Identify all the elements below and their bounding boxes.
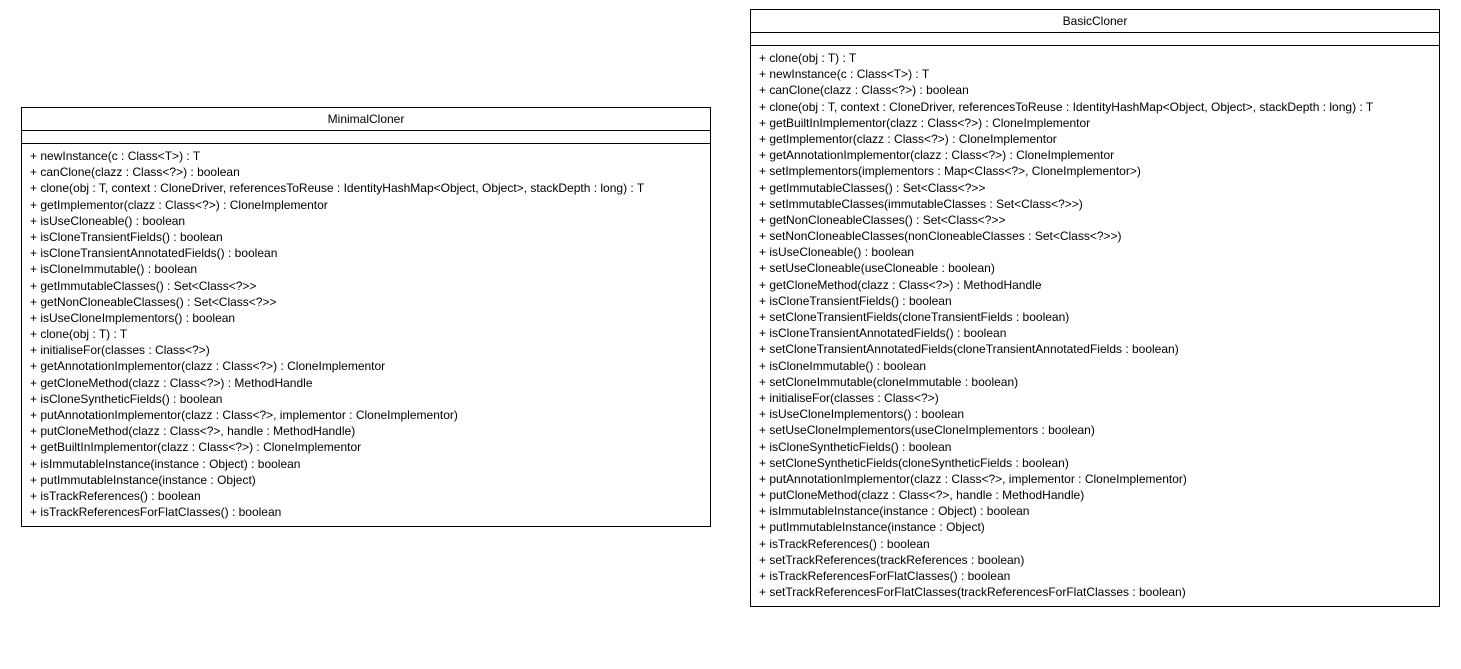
- method-signature: + setCloneTransientFields(cloneTransient…: [759, 309, 1431, 325]
- method-signature: + getCloneMethod(clazz : Class<?>) : Met…: [30, 375, 702, 391]
- method-signature: + setTrackReferences(trackReferences : b…: [759, 552, 1431, 568]
- method-signature: + initialiseFor(classes : Class<?>): [759, 390, 1431, 406]
- method-signature: + setUseCloneImplementors(useCloneImplem…: [759, 422, 1431, 438]
- method-signature: + getImplementor(clazz : Class<?>) : Clo…: [759, 131, 1431, 147]
- method-signature: + isUseCloneImplementors() : boolean: [30, 310, 702, 326]
- method-signature: + setTrackReferencesForFlatClasses(track…: [759, 584, 1431, 600]
- method-signature: + canClone(clazz : Class<?>) : boolean: [759, 82, 1431, 98]
- method-signature: + setCloneTransientAnnotatedFields(clone…: [759, 341, 1431, 357]
- method-signature: + isImmutableInstance(instance : Object)…: [30, 456, 702, 472]
- method-signature: + putAnnotationImplementor(clazz : Class…: [30, 407, 702, 423]
- method-signature: + getImplementor(clazz : Class<?>) : Clo…: [30, 197, 702, 213]
- method-signature: + setCloneImmutable(cloneImmutable : boo…: [759, 374, 1431, 390]
- method-signature: + putCloneMethod(clazz : Class<?>, handl…: [759, 487, 1431, 503]
- method-signature: + getNonCloneableClasses() : Set<Class<?…: [759, 212, 1431, 228]
- method-signature: + canClone(clazz : Class<?>) : boolean: [30, 164, 702, 180]
- method-signature: + getAnnotationImplementor(clazz : Class…: [759, 147, 1431, 163]
- method-signature: + setImplementors(implementors : Map<Cla…: [759, 163, 1431, 179]
- class-name: MinimalCloner: [22, 108, 710, 131]
- method-signature: + isCloneSyntheticFields() : boolean: [30, 391, 702, 407]
- method-signature: + getBuiltInImplementor(clazz : Class<?>…: [759, 115, 1431, 131]
- method-signature: + getAnnotationImplementor(clazz : Class…: [30, 358, 702, 374]
- method-signature: + clone(obj : T, context : CloneDriver, …: [759, 99, 1431, 115]
- method-signature: + setCloneSyntheticFields(cloneSynthetic…: [759, 455, 1431, 471]
- method-signature: + clone(obj : T, context : CloneDriver, …: [30, 180, 702, 196]
- methods-compartment: + newInstance(c : Class<T>) : T+ canClon…: [22, 144, 710, 526]
- method-signature: + isUseCloneable() : boolean: [759, 244, 1431, 260]
- method-signature: + isCloneSyntheticFields() : boolean: [759, 439, 1431, 455]
- method-signature: + getImmutableClasses() : Set<Class<?>>: [759, 180, 1431, 196]
- method-signature: + putAnnotationImplementor(clazz : Class…: [759, 471, 1431, 487]
- method-signature: + getBuiltInImplementor(clazz : Class<?>…: [30, 439, 702, 455]
- attributes-compartment: [22, 131, 710, 144]
- method-signature: + clone(obj : T) : T: [759, 50, 1431, 66]
- class-name: BasicCloner: [751, 10, 1439, 33]
- method-signature: + clone(obj : T) : T: [30, 326, 702, 342]
- method-signature: + setUseCloneable(useCloneable : boolean…: [759, 260, 1431, 276]
- method-signature: + isImmutableInstance(instance : Object)…: [759, 503, 1431, 519]
- method-signature: + getImmutableClasses() : Set<Class<?>>: [30, 278, 702, 294]
- method-signature: + newInstance(c : Class<T>) : T: [759, 66, 1431, 82]
- method-signature: + isTrackReferences() : boolean: [30, 488, 702, 504]
- method-signature: + putImmutableInstance(instance : Object…: [759, 519, 1431, 535]
- method-signature: + isCloneTransientFields() : boolean: [759, 293, 1431, 309]
- uml-class-basic: BasicCloner + clone(obj : T) : T+ newInst…: [750, 9, 1440, 607]
- method-signature: + initialiseFor(classes : Class<?>): [30, 342, 702, 358]
- method-signature: + putImmutableInstance(instance : Object…: [30, 472, 702, 488]
- method-signature: + getCloneMethod(clazz : Class<?>) : Met…: [759, 277, 1431, 293]
- method-signature: + isUseCloneImplementors() : boolean: [759, 406, 1431, 422]
- method-signature: + putCloneMethod(clazz : Class<?>, handl…: [30, 423, 702, 439]
- method-signature: + getNonCloneableClasses() : Set<Class<?…: [30, 294, 702, 310]
- method-signature: + isCloneTransientAnnotatedFields() : bo…: [759, 325, 1431, 341]
- method-signature: + isTrackReferences() : boolean: [759, 536, 1431, 552]
- method-signature: + isTrackReferencesForFlatClasses() : bo…: [759, 568, 1431, 584]
- method-signature: + isCloneTransientFields() : boolean: [30, 229, 702, 245]
- method-signature: + isCloneImmutable() : boolean: [759, 358, 1431, 374]
- attributes-compartment: [751, 33, 1439, 46]
- method-signature: + setImmutableClasses(immutableClasses :…: [759, 196, 1431, 212]
- method-signature: + isUseCloneable() : boolean: [30, 213, 702, 229]
- methods-compartment: + clone(obj : T) : T+ newInstance(c : Cl…: [751, 46, 1439, 606]
- method-signature: + newInstance(c : Class<T>) : T: [30, 148, 702, 164]
- method-signature: + isTrackReferencesForFlatClasses() : bo…: [30, 504, 702, 520]
- uml-class-minimal: MinimalCloner + newInstance(c : Class<T>)…: [21, 107, 711, 527]
- method-signature: + setNonCloneableClasses(nonCloneableCla…: [759, 228, 1431, 244]
- method-signature: + isCloneImmutable() : boolean: [30, 261, 702, 277]
- method-signature: + isCloneTransientAnnotatedFields() : bo…: [30, 245, 702, 261]
